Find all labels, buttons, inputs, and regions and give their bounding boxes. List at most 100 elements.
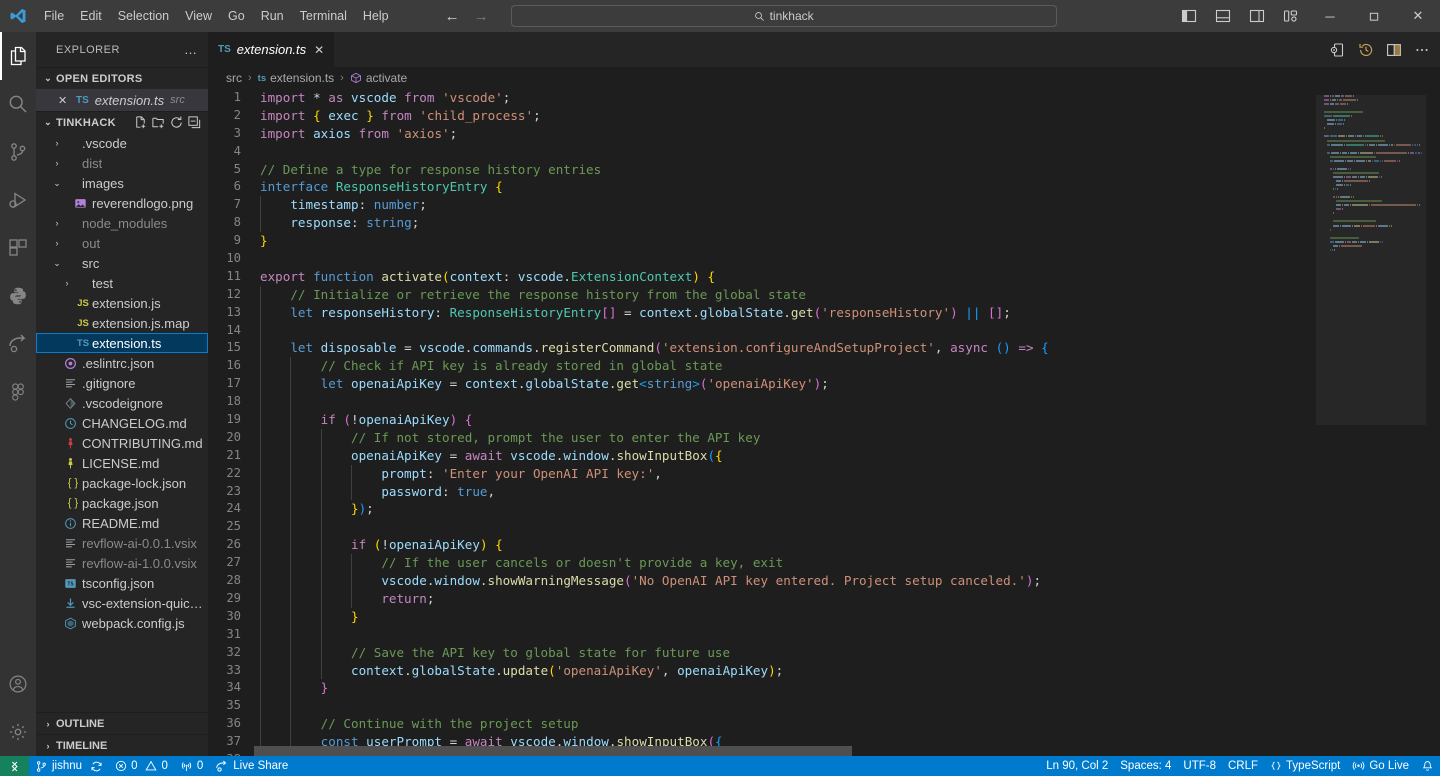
status-language-mode[interactable]: TypeScript (1264, 756, 1346, 776)
chevron-down-icon[interactable]: ⌄ (50, 258, 64, 269)
horizontal-scrollbar[interactable] (254, 746, 1188, 756)
tree-item-vscode[interactable]: › .vscode (36, 133, 208, 153)
status-notifications[interactable] (1415, 756, 1440, 776)
editor-overview-ruler[interactable] (1426, 89, 1440, 756)
code-editor[interactable]: 1 import * as vscode from 'vscode'; 2 impor… (208, 89, 1440, 756)
code-text[interactable]: // Define a type for response history en… (254, 161, 601, 179)
run-extension-icon[interactable] (1330, 42, 1346, 58)
code-text[interactable]: interface ResponseHistoryEntry { (254, 178, 503, 196)
timeline-panel-header[interactable]: › TIMELINE (36, 734, 208, 756)
code-text[interactable]: timestamp: number; (254, 196, 427, 215)
breadcrumb-extension-ts[interactable]: ts extension.ts (258, 71, 335, 85)
activitybar-item-extensions[interactable] (0, 224, 36, 272)
minimap-slider[interactable] (1316, 95, 1426, 425)
status-cursor-position[interactable]: Ln 90, Col 2 (1040, 756, 1114, 776)
code-text[interactable] (254, 321, 261, 340)
minimize-button[interactable]: ─ (1308, 0, 1352, 32)
tree-item-contributing-md[interactable]: CONTRIBUTING.md (36, 433, 208, 453)
menu-selection[interactable]: Selection (110, 5, 177, 27)
tree-item-dist[interactable]: › dist (36, 153, 208, 173)
tree-item-package-lock-json[interactable]: { } package-lock.json (36, 473, 208, 493)
code-text[interactable]: if (!openaiApiKey) { (254, 411, 472, 429)
code-text[interactable]: let responseHistory: ResponseHistoryEntr… (254, 303, 1011, 322)
file-tree[interactable]: › .vscode › dist ⌄ images reverendlogo.png › nod… (36, 133, 208, 712)
chevron-right-icon[interactable]: › (50, 138, 64, 148)
refresh-icon[interactable] (169, 115, 184, 130)
tree-item-changelog-md[interactable]: CHANGELOG.md (36, 413, 208, 433)
status-problems[interactable]: 0 0 (109, 756, 174, 776)
tree-item-webpack-config-js[interactable]: webpack.config.js (36, 613, 208, 633)
tree-item-src[interactable]: ⌄ src (36, 253, 208, 273)
toggle-primary-sidebar-icon[interactable] (1172, 0, 1206, 32)
timeline-history-icon[interactable] (1358, 42, 1374, 58)
collapse-all-icon[interactable] (187, 115, 202, 130)
code-text[interactable]: // Save the API key to global state for … (254, 643, 730, 662)
chevron-down-icon[interactable]: ⌄ (50, 178, 64, 189)
tree-item-gitignore[interactable]: .gitignore (36, 373, 208, 393)
status-ports[interactable]: 0 (174, 756, 209, 776)
forward-arrow-icon[interactable]: → (474, 9, 489, 24)
code-text[interactable]: } (254, 232, 268, 250)
minimap[interactable] (1316, 89, 1426, 756)
open-editors-header[interactable]: ⌄ OPEN EDITORS (36, 67, 208, 89)
activitybar-item-settings[interactable] (0, 708, 36, 756)
code-text[interactable]: // If not stored, prompt the user to ent… (254, 428, 760, 447)
new-folder-icon[interactable] (151, 115, 166, 130)
code-text[interactable]: // If the user cancels or doesn't provid… (254, 554, 783, 573)
split-editor-icon[interactable] (1386, 42, 1402, 58)
breadcrumb[interactable]: src › ts extension.ts › activate (208, 67, 1440, 89)
code-text[interactable]: import { exec } from 'child_process'; (254, 107, 541, 125)
outline-panel-header[interactable]: › OUTLINE (36, 712, 208, 734)
status-go-live[interactable]: Go Live (1346, 756, 1415, 776)
quick-open-search[interactable]: tinkhack (510, 5, 1057, 27)
open-editor-item[interactable]: ✕ TS extension.ts src (36, 89, 208, 111)
code-text[interactable]: } (254, 679, 328, 698)
chevron-right-icon[interactable]: › (50, 158, 64, 168)
activitybar-item-search[interactable] (0, 80, 36, 128)
tree-item-package-json[interactable]: { } package.json (36, 493, 208, 513)
code-text[interactable] (254, 697, 292, 716)
tree-item-eslintrc-json[interactable]: .eslintrc.json (36, 353, 208, 373)
sidebar-more-actions-icon[interactable]: … (184, 42, 198, 57)
tree-item-revflow-ai-0-0-1-vsix[interactable]: revflow-ai-0.0.1.vsix (36, 533, 208, 553)
menu-bar[interactable]: File Edit Selection View Go Run Terminal… (36, 5, 397, 27)
status-encoding[interactable]: UTF-8 (1177, 756, 1222, 776)
status-branch[interactable]: jishnu (29, 756, 109, 776)
code-text[interactable]: // Initialize or retrieve the response h… (254, 285, 806, 304)
maximize-button[interactable] (1352, 0, 1396, 32)
menu-go[interactable]: Go (220, 5, 253, 27)
code-text[interactable]: vscode.window.showWarningMessage('No Ope… (254, 572, 1041, 590)
activitybar-item-figma[interactable] (0, 368, 36, 416)
chevron-right-icon[interactable]: › (50, 238, 64, 248)
code-text[interactable]: password: true, (254, 482, 495, 501)
tree-item-extension-ts[interactable]: TS extension.ts (36, 333, 208, 353)
activitybar-item-live-share[interactable] (0, 320, 36, 368)
status-live-share[interactable]: Live Share (209, 756, 294, 776)
code-text[interactable] (254, 518, 322, 537)
code-text[interactable] (254, 393, 292, 412)
tree-item-readme-md[interactable]: README.md (36, 513, 208, 533)
menu-terminal[interactable]: Terminal (292, 5, 355, 27)
code-text[interactable] (254, 625, 322, 644)
tree-item-images[interactable]: ⌄ images (36, 173, 208, 193)
menu-file[interactable]: File (36, 5, 72, 27)
tree-item-vscodeignore[interactable]: .vscodeignore (36, 393, 208, 413)
chevron-right-icon[interactable]: › (50, 218, 64, 228)
close-icon[interactable]: ✕ (58, 94, 70, 107)
activitybar-item-python[interactable] (0, 272, 36, 320)
breadcrumb-src[interactable]: src (226, 71, 242, 85)
menu-help[interactable]: Help (355, 5, 397, 27)
close-button[interactable]: ✕ (1396, 0, 1440, 32)
project-folder-header[interactable]: ⌄ TINKHACK (36, 111, 208, 133)
code-text[interactable]: import axios from 'axios'; (254, 125, 457, 143)
tree-item-revflow-ai-1-0-0-vsix[interactable]: revflow-ai-1.0.0.vsix (36, 553, 208, 573)
tree-item-tsconfig-json[interactable]: TS tsconfig.json (36, 573, 208, 593)
code-text[interactable]: if (!openaiApiKey) { (254, 536, 503, 555)
remote-indicator[interactable] (0, 756, 29, 776)
tree-item-vsc-extension-quickstart[interactable]: vsc-extension-quickstart… (36, 593, 208, 613)
tree-item-test[interactable]: › test (36, 273, 208, 293)
more-actions-icon[interactable] (1414, 42, 1430, 58)
code-text[interactable]: prompt: 'Enter your OpenAI API key:', (254, 464, 662, 483)
activitybar-item-explorer[interactable] (0, 32, 36, 80)
code-text[interactable] (254, 250, 260, 268)
